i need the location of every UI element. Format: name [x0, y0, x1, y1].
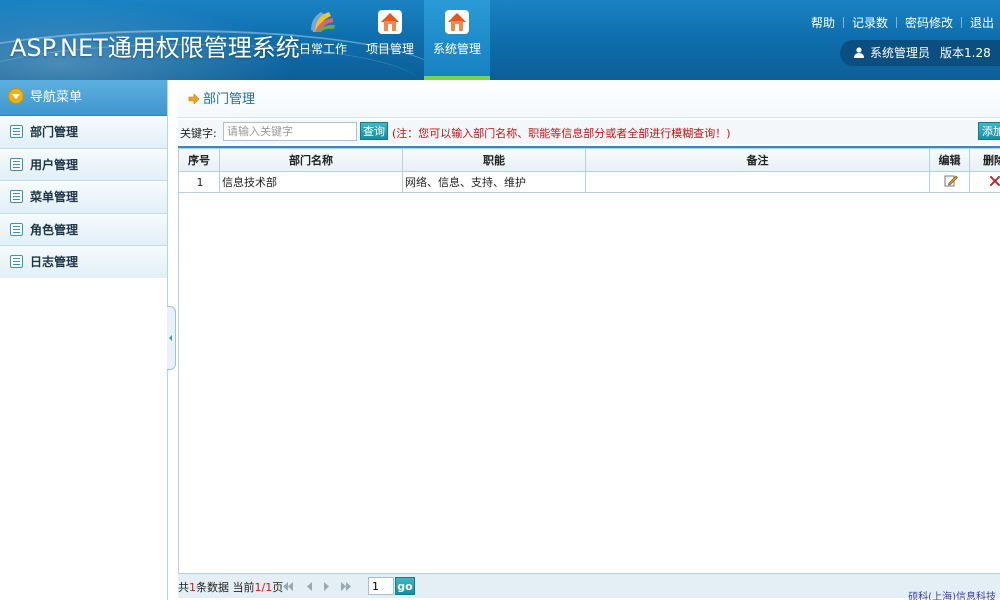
sidebar-collapse-handle[interactable] [167, 306, 176, 370]
sidebar-item-label: 用户管理 [30, 157, 79, 172]
column-header-index[interactable]: 序号 [178, 148, 220, 172]
system-title: ASP.NET通用权限管理系统 [10, 34, 300, 62]
record-count: 1 [189, 581, 196, 594]
app-window: ASP.NET通用权限管理系统 日常工作 项目管理 系统管理 帮助 记录数 密码… [0, 0, 1000, 600]
data-grid: 序号 部门名称 职能 备注 编辑 删除 1 信息技术部 网络、信息、支持、维护 [178, 146, 1000, 193]
list-icon [10, 255, 23, 268]
sidebar-item-label: 部门管理 [30, 125, 79, 139]
house-icon [445, 10, 469, 34]
logout-link[interactable]: 退出 [970, 16, 994, 30]
tab-label: 系统管理 [432, 42, 481, 56]
table-row[interactable]: 1 信息技术部 网络、信息、支持、维护 [178, 171, 1000, 193]
chevron-down-icon [8, 88, 24, 104]
left-sidebar: 导航菜单 部门管理 用户管理 菜单管理 角色管理 日志管理 [0, 80, 168, 600]
list-icon [10, 222, 23, 236]
help-link[interactable]: 帮助 [811, 16, 835, 30]
last-page-icon[interactable] [340, 582, 352, 591]
data-grid-area [178, 146, 1000, 574]
change-password-link[interactable]: 密码修改 [905, 16, 953, 30]
top-header: ASP.NET通用权限管理系统 日常工作 项目管理 系统管理 帮助 记录数 密码… [0, 0, 1000, 80]
version-label: 版本1.28 [940, 46, 991, 60]
list-icon [10, 157, 23, 171]
sidebar-item-users[interactable]: 用户管理 [0, 148, 167, 181]
keyword-label: 关键字: [180, 127, 217, 140]
sidebar-item-label: 角色管理 [30, 222, 79, 237]
color-fan-icon [311, 12, 335, 32]
user-icon [854, 47, 864, 58]
house-icon [378, 10, 402, 34]
first-page-icon[interactable] [282, 582, 294, 591]
record-count-link[interactable]: 记录数 [852, 16, 888, 30]
edit-icon[interactable] [944, 174, 958, 187]
sidebar-item-roles[interactable]: 角色管理 [0, 213, 167, 246]
company-credit: 硕科(上海)信息科技 [908, 592, 996, 600]
column-header-edit: 编辑 [929, 148, 970, 172]
search-bar: 关键字: 查询 (注：您可以输入部门名称、职能等信息部分或者全部进行模糊查询！)… [178, 120, 1000, 144]
go-button[interactable]: go [395, 577, 415, 595]
column-header-name[interactable]: 部门名称 [219, 148, 403, 172]
pagination-bar: 共1条数据 当前1/1页 go 硕科(上海)信息科技 [178, 573, 1000, 600]
column-header-duty[interactable]: 职能 [402, 148, 586, 172]
sidebar-item-label: 日志管理 [30, 255, 79, 269]
next-page-icon[interactable] [320, 582, 332, 591]
column-header-remark[interactable]: 备注 [585, 148, 930, 172]
tab-project-management[interactable]: 项目管理 [357, 0, 423, 80]
arrow-right-icon [188, 94, 200, 104]
page-title: 部门管理 [203, 92, 256, 107]
cell-index: 1 [178, 171, 220, 193]
nav-menu-header[interactable]: 导航菜单 [0, 80, 167, 116]
list-icon [10, 190, 23, 203]
prev-page-icon[interactable] [304, 582, 316, 591]
user-info: 系统管理员 版本1.28 [840, 40, 1000, 66]
cell-duty: 网络、信息、支持、维护 [402, 171, 586, 193]
main-content: 部门管理 关键字: 查询 (注：您可以输入部门名称、职能等信息部分或者全部进行模… [178, 80, 1000, 600]
pager-info: 共1条数据 当前1/1页 [178, 581, 284, 594]
search-hint: (注：您可以输入部门名称、职能等信息部分或者全部进行模糊查询！) [392, 127, 731, 140]
current-page: 1/1 [254, 581, 273, 594]
cell-delete [969, 171, 1000, 193]
add-button[interactable]: 添加 [978, 122, 1000, 140]
cell-edit [929, 171, 970, 193]
sidebar-item-department[interactable]: 部门管理 [0, 116, 167, 149]
list-icon [10, 125, 23, 138]
cell-name: 信息技术部 [219, 171, 403, 193]
top-links: 帮助 记录数 密码修改 退出 [811, 14, 994, 31]
query-button[interactable]: 查询 [360, 122, 388, 140]
keyword-input[interactable] [223, 122, 357, 141]
user-name: 系统管理员 [870, 46, 931, 60]
tab-label: 日常工作 [298, 42, 347, 56]
sidebar-item-label: 菜单管理 [30, 190, 79, 204]
tab-system-management[interactable]: 系统管理 [424, 0, 490, 80]
column-header-delete: 删除 [969, 148, 1000, 172]
page-header: 部门管理 [178, 80, 1000, 118]
tab-daily-work[interactable]: 日常工作 [290, 0, 356, 80]
tab-label: 项目管理 [365, 42, 414, 56]
delete-icon[interactable] [989, 175, 1000, 187]
cell-remark [585, 171, 930, 193]
table-header-row: 序号 部门名称 职能 备注 编辑 删除 [178, 148, 1000, 172]
sidebar-item-menus[interactable]: 菜单管理 [0, 181, 167, 214]
sidebar-item-logs[interactable]: 日志管理 [0, 246, 167, 279]
nav-menu-title: 导航菜单 [30, 90, 83, 105]
page-number-input[interactable] [368, 577, 394, 595]
